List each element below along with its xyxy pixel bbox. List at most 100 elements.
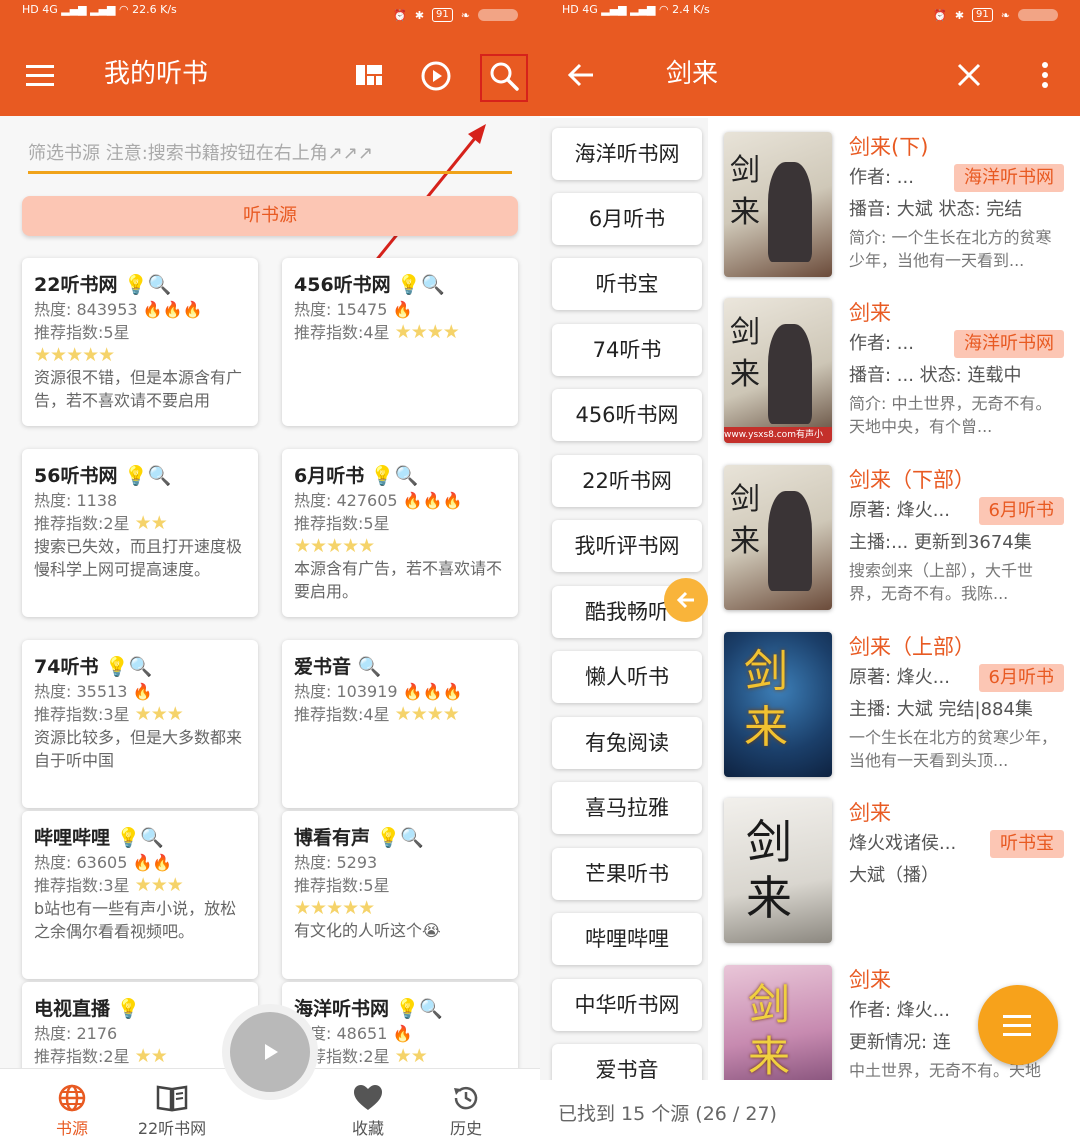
nav-item-history[interactable]: 历史 [416,1081,516,1139]
star-rating: ★★★★★ [34,344,115,366]
source-card[interactable]: 6月听书 💡🔍 热度: 427605 🔥🔥🔥 推荐指数:5星 ★★★★★ 本源含… [282,449,518,617]
star-rating: ★★ [394,1045,428,1067]
source-card[interactable]: 爱书音 🔍 热度: 103919 🔥🔥🔥 推荐指数:4星 ★★★★ [282,640,518,808]
source-item[interactable]: 听书宝 [552,258,702,310]
leaf-icon: ❧ [1000,8,1010,22]
fire-icon: 🔥 [132,682,153,701]
alarm-icon: ⏰ [393,8,407,22]
battery-indicator: 91 [972,8,993,22]
source-card[interactable]: 博看有声 💡🔍 热度: 5293 推荐指数:5星 ★★★★★ 有文化的人听这个😭 [282,811,518,979]
app-bar: 我的听书 [0,36,540,116]
bluetooth-icon: ✱ [954,8,965,22]
fire-icon: 🔥🔥🔥 [142,300,203,319]
source-item[interactable]: 喜马拉雅 [552,782,702,834]
left-screen: HD 4G ▂▄▆ ▂▄▆ ◠ 22.6 K/s ⏰ ✱ 91 ❧ 我的听书 筛选书源… [0,0,540,1148]
book-result[interactable]: 剑来 剑来（下部） 原著: 烽火... 6月听书 主播:... 更新到3674集 … [724,465,1070,617]
bulb-icon: 💡 [397,274,421,296]
source-tag: 6月听书 [978,497,1064,525]
source-card[interactable]: 456听书网 💡🔍 热度: 15475 🔥 推荐指数:4星 ★★★★ [282,258,518,426]
play-button[interactable] [230,1012,310,1092]
star-rating: ★★ [134,1045,168,1067]
source-tag: 6月听书 [978,664,1064,692]
globe-icon [22,1081,122,1115]
more-vert-icon[interactable] [1028,58,1062,92]
source-item[interactable]: 哔哩哔哩 [552,913,702,965]
source-card[interactable]: 74听书 💡🔍 热度: 35513 🔥 推荐指数:3星 ★★★ 资源比较多，但是… [22,640,258,808]
alarm-icon: ⏰ [933,8,947,22]
bulb-icon: 💡 [116,998,141,1020]
status-bar: HD 4G ▂▄▆ ▂▄▆ ◠ 22.6 K/s ⏰ ✱ 91 ❧ [0,0,540,36]
source-item[interactable]: 芒果听书 [552,848,702,900]
source-card[interactable]: 哔哩哔哩 💡🔍 热度: 63605 🔥🔥 推荐指数:3星 ★★★ b站也有一些有… [22,811,258,979]
book-icon [122,1081,222,1115]
page-title: 我的听书 [104,59,209,89]
cover-watermark: www.ysxs8.com有声小 [724,427,832,443]
menu-fab[interactable] [978,985,1058,1065]
play-circle-icon[interactable] [418,58,454,94]
search-icon: 🔍 [394,465,419,487]
bulb-icon: 💡 [395,998,420,1020]
book-cover: 剑来 [724,132,832,277]
book-cover: 剑来 www.ysxs8.com有声小 [724,298,832,443]
search-query-title: 剑来 [666,59,719,89]
source-item[interactable]: 22听书网 [552,455,702,507]
star-rating: ★★★ [134,703,184,725]
history-icon [416,1081,516,1115]
source-tag: 海洋听书网 [954,164,1064,192]
bluetooth-icon: ✱ [414,8,425,22]
fire-icon: 🔥🔥🔥 [402,491,463,510]
layout-icon[interactable] [352,58,386,92]
menu-icon[interactable] [24,58,58,92]
fire-icon: 🔥 [392,300,413,319]
bulb-icon: 💡 [376,827,401,849]
nav-item-22tingshu[interactable]: 22听书网 [122,1081,222,1139]
star-rating: ★★★★ [394,321,460,343]
nav-item-favorites[interactable]: 收藏 [318,1081,418,1139]
battery-indicator: 91 [432,8,453,22]
fire-icon: 🔥 [392,1024,413,1043]
book-result[interactable]: 剑来 剑来（上部） 原著: 烽火... 6月听书 主播: 大斌 完结|884集 一… [724,632,1070,784]
bulb-icon: 💡 [124,465,148,487]
network-indicator: HD 4G [562,3,598,16]
source-item[interactable]: 爱书音 [552,1044,702,1080]
source-item[interactable]: 6月听书 [552,193,702,245]
bulb-icon: 💡 [116,827,141,849]
source-card[interactable]: 22听书网 💡🔍 热度: 843953 🔥🔥🔥 推荐指数:5星 ★★★★★ 资源… [22,258,258,426]
search-icon: 🔍 [419,998,443,1020]
book-title: 剑来(下) [849,135,929,159]
filter-input[interactable]: 筛选书源 注意:搜索书籍按钮在右上角↗↗↗ [28,136,512,174]
source-card[interactable]: 56听书网 💡🔍 热度: 1138 推荐指数:2星 ★★ 搜索已失效，而且打开速… [22,449,258,617]
nav-item-sources[interactable]: 书源 [22,1081,122,1139]
book-result[interactable]: 剑来 剑来 烽火戏诸侯... 听书宝 大斌（播） [724,798,1070,950]
star-rating: ★★ [134,512,168,534]
source-tag: 海洋听书网 [954,330,1064,358]
search-icon: 🔍 [140,827,164,849]
close-icon[interactable] [952,58,986,92]
source-item[interactable]: 我听评书网 [552,520,702,572]
leaf-icon: ❧ [460,8,470,22]
play-icon [265,1044,278,1060]
source-item[interactable]: 中华听书网 [552,979,702,1031]
source-item[interactable]: 456听书网 [552,389,702,441]
source-tag: 听书宝 [990,830,1064,858]
collapse-button[interactable] [664,578,708,622]
right-screen: HD 4G ▂▄▆ ▂▄▆ ◠ 2.4 K/s ⏰ ✱ 91 ❧ 剑来 海洋听书网 6… [540,0,1080,1148]
fire-icon: 🔥🔥🔥 [402,682,463,701]
menu-icon [1003,1015,1031,1036]
source-button[interactable]: 听书源 [22,196,518,236]
bulb-icon: 💡 [105,656,129,678]
source-item[interactable]: 懒人听书 [552,651,702,703]
book-title: 剑来 [849,801,891,825]
book-result[interactable]: 剑来 www.ysxs8.com有声小 剑来 作者: ... 海洋听书网 播音: … [724,298,1070,450]
source-item[interactable]: 有兔阅读 [552,717,702,769]
bulb-icon: 💡 [124,274,148,296]
back-arrow-icon[interactable] [564,58,598,92]
source-item[interactable]: 74听书 [552,324,702,376]
book-result[interactable]: 剑来 剑来(下) 作者: ... 海洋听书网 播音: 大斌 状态: 完结 简介: … [724,132,1070,284]
heart-icon [318,1081,418,1115]
book-title: 剑来（上部） [849,635,975,659]
search-icon: 🔍 [147,274,172,296]
source-item[interactable]: 海洋听书网 [552,128,702,180]
search-icon: 🔍 [357,656,382,678]
highlight-box [480,54,528,102]
